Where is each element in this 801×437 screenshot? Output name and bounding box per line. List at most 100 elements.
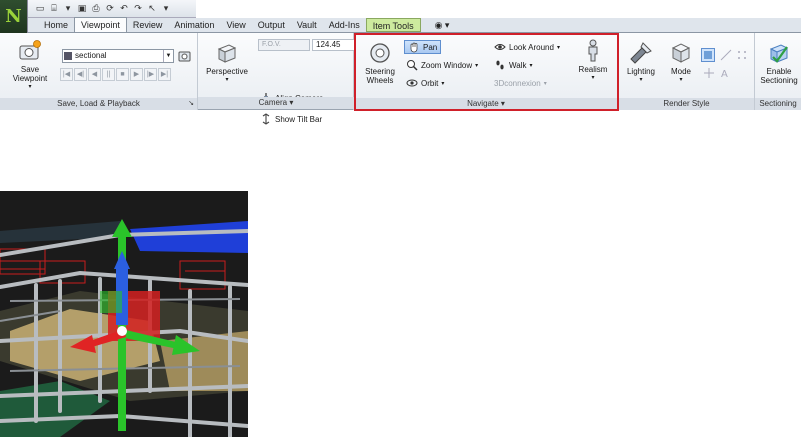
orbit-button[interactable]: Orbit ▾ <box>406 76 444 90</box>
panel-save-load-playback: Save Viewpoint ▾ sectional ▼ |◀ ◀| ◀ || … <box>0 33 198 110</box>
last-frame-icon[interactable]: ▶| <box>158 68 171 81</box>
dialog-launcher-icon[interactable]: ↘ <box>188 98 194 110</box>
app-logo: N <box>5 6 22 27</box>
enable-sectioning-button[interactable]: Enable Sectioning <box>758 41 800 85</box>
walk-label: Walk <box>509 60 527 70</box>
steering-wheels-label: Steering Wheels <box>365 67 395 85</box>
3d-viewport[interactable] <box>0 191 248 437</box>
scene-render <box>0 191 248 437</box>
viewpoint-camera-icon[interactable] <box>178 49 192 63</box>
panel-title-save-load-text: Save, Load & Playback <box>57 99 140 108</box>
realism-label: Realism <box>578 65 608 74</box>
open-icon[interactable]: ⌸ <box>48 3 60 15</box>
lines-icon[interactable] <box>719 48 733 62</box>
camera-save-icon <box>19 40 41 60</box>
lighting-button[interactable]: Lighting ▾ <box>623 41 659 85</box>
panel-title-sectioning-text: Sectioning <box>759 99 797 108</box>
panel-sectioning: Enable Sectioning Sectioning <box>755 33 801 110</box>
play-icon[interactable]: ▶ <box>130 68 143 81</box>
walk-button[interactable]: Walk ▾ <box>494 58 533 72</box>
tab-vault[interactable]: Vault <box>291 18 323 32</box>
zoom-window-label: Zoom Window <box>421 60 473 70</box>
svg-text:A: A <box>721 69 728 79</box>
tab-viewpoint[interactable]: Viewpoint <box>74 17 127 32</box>
tab-options-dropdown[interactable]: ◉ ▾ <box>429 18 456 32</box>
look-around-button[interactable]: Look Around ▾ <box>494 40 560 54</box>
refresh-icon[interactable]: ⟳ <box>104 3 116 15</box>
3dconnexion-button[interactable]: 3Dconnexion ▾ <box>494 76 547 90</box>
tab-item-tools[interactable]: Item Tools <box>365 18 421 32</box>
select-icon[interactable]: ↖ <box>146 3 158 15</box>
perspective-dropdown-icon: ▾ <box>225 77 229 83</box>
steering-wheel-icon <box>370 43 390 63</box>
orbit-label: Orbit <box>421 78 439 88</box>
panel-title-navigate: Navigate ▾ <box>354 98 618 110</box>
save-viewpoint-dropdown-icon: ▾ <box>28 84 32 90</box>
panel-title-render-style-text: Render Style <box>663 99 710 108</box>
show-tilt-bar-label: Show Tilt Bar <box>275 114 323 124</box>
tab-add-ins[interactable]: Add-Ins <box>323 18 366 32</box>
application-menu-button[interactable]: N <box>0 0 28 33</box>
panel-render-style: Lighting ▾ Mode ▾ A Render Style <box>619 33 755 110</box>
show-tilt-bar-button[interactable]: Show Tilt Bar <box>260 112 322 126</box>
footprints-icon <box>496 60 504 70</box>
fov-label: F.O.V. <box>258 39 310 51</box>
zoom-icon <box>407 60 418 71</box>
new-icon[interactable]: ▭ <box>34 3 46 15</box>
lighting-dropdown-icon: ▾ <box>639 77 643 83</box>
first-frame-icon[interactable]: |◀ <box>60 68 73 81</box>
ribbon: Save Viewpoint ▾ sectional ▼ |◀ ◀| ◀ || … <box>0 33 801 125</box>
panel-title-save-load: Save, Load & Playback ↘ <box>0 98 197 110</box>
tab-animation[interactable]: Animation <box>168 18 220 32</box>
realism-button[interactable]: Realism ▾ <box>576 39 610 83</box>
tab-review[interactable]: Review <box>127 18 169 32</box>
mode-dropdown-icon: ▾ <box>679 77 683 83</box>
chevron-down-icon: ▾ <box>556 44 560 51</box>
snap-points-icon[interactable] <box>703 67 715 79</box>
fov-input[interactable]: 124.45 <box>312 39 356 51</box>
perspective-label: Perspective <box>206 67 248 76</box>
panel-title-render-style: Render Style <box>619 98 754 110</box>
mode-button[interactable]: Mode ▾ <box>665 41 697 85</box>
person-icon <box>588 39 598 62</box>
pause-icon[interactable]: || <box>102 68 115 81</box>
surfaces-icon[interactable] <box>701 48 715 62</box>
panel-title-camera-text: Camera <box>258 98 288 107</box>
dropdown-icon[interactable]: ▾ <box>62 3 74 15</box>
save-icon[interactable]: ▣ <box>76 3 88 15</box>
playback-controls: |◀ ◀| ◀ || ■ ▶ |▶ ▶| <box>60 68 171 81</box>
save-viewpoint-button[interactable]: Save Viewpoint ▾ <box>6 39 54 92</box>
quick-access-toolbar: ▭ ⌸ ▾ ▣ ⎙ ⟳ ↶ ↷ ↖ ▾ <box>28 0 196 18</box>
look-around-label: Look Around <box>509 42 554 52</box>
chevron-down-icon: ▾ <box>475 62 479 69</box>
panel-title-camera: Camera ▾ <box>198 97 354 109</box>
chevron-down-icon: ▾ <box>543 80 547 87</box>
panel-navigate: Steering Wheels Pan Zoom Window ▾ Orbit … <box>354 33 619 110</box>
tab-home[interactable]: Home <box>38 18 74 32</box>
redo-icon[interactable]: ↷ <box>132 3 144 15</box>
stop-icon[interactable]: ■ <box>116 68 129 81</box>
flashlight-icon <box>630 42 652 64</box>
text-icon[interactable]: A <box>719 67 731 79</box>
points-icon[interactable] <box>735 48 749 62</box>
perspective-button[interactable]: Perspective ▾ <box>204 41 250 85</box>
chevron-down-icon: ▼ <box>163 50 173 62</box>
undo-icon[interactable]: ↶ <box>118 3 130 15</box>
step-forward-icon[interactable]: |▶ <box>144 68 157 81</box>
tab-output[interactable]: Output <box>252 18 291 32</box>
viewpoint-combo-value: sectional <box>75 51 107 60</box>
tilt-bar-icon <box>262 113 270 125</box>
tab-view[interactable]: View <box>220 18 251 32</box>
step-back-icon[interactable]: ◀| <box>74 68 87 81</box>
perspective-cube-icon <box>217 44 237 63</box>
realism-dropdown-icon: ▾ <box>591 75 595 81</box>
ribbon-tabs: Home Viewpoint Review Animation View Out… <box>28 17 801 33</box>
save-viewpoint-label: Save Viewpoint <box>12 65 48 83</box>
zoom-window-button[interactable]: Zoom Window ▾ <box>406 58 478 72</box>
more-icon[interactable]: ▾ <box>160 3 172 15</box>
steering-wheels-button[interactable]: Steering Wheels <box>360 41 400 85</box>
viewpoint-combo[interactable]: sectional ▼ <box>62 49 174 63</box>
print-icon[interactable]: ⎙ <box>90 3 102 15</box>
reverse-play-icon[interactable]: ◀ <box>88 68 101 81</box>
pan-button[interactable]: Pan <box>404 40 442 54</box>
